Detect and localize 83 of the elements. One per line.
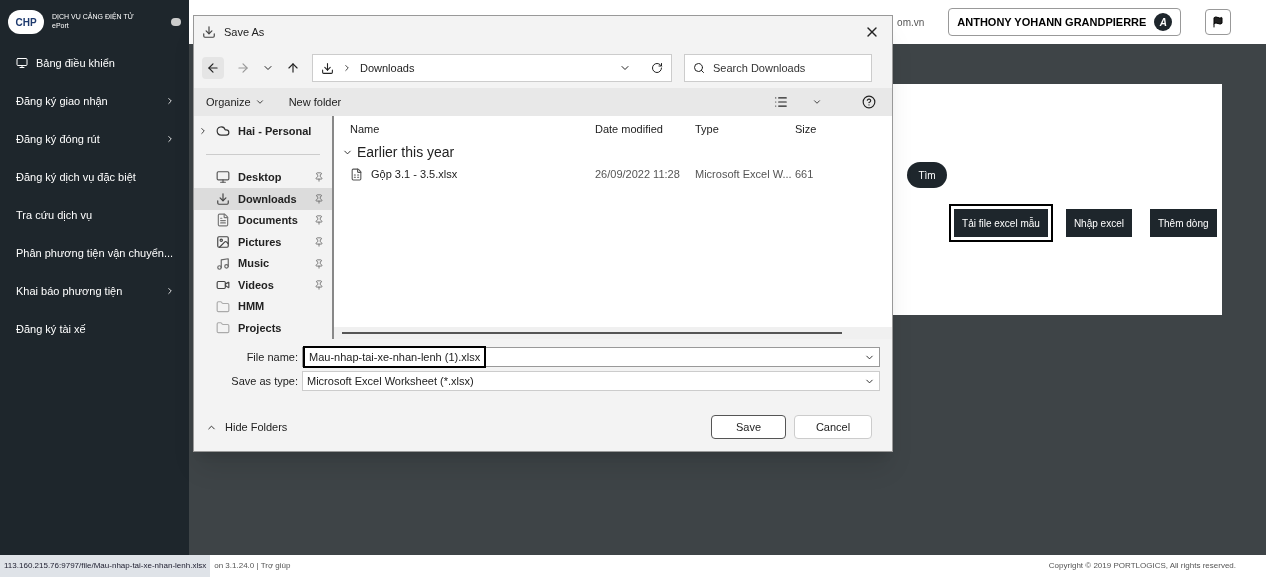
sidebar-item[interactable]: Đăng ký giao nhận <box>0 82 190 120</box>
nav-item[interactable]: Downloads <box>194 188 332 210</box>
dropdown-icon[interactable] <box>812 97 822 107</box>
folder-icon <box>216 321 230 336</box>
nav-item[interactable]: Documents <box>194 209 332 232</box>
version-text: on 3.1.24.0 | Trợ giúp <box>214 560 291 572</box>
pin-icon <box>314 172 324 183</box>
up-button[interactable] <box>286 61 300 75</box>
organize-button[interactable]: Organize <box>206 93 265 111</box>
address-text: Downloads <box>360 60 415 76</box>
view-icon[interactable] <box>774 95 788 109</box>
pin-icon <box>314 215 324 226</box>
search-button[interactable]: Tìm <box>907 162 948 188</box>
copyright-text: Copyright © 2019 PORTLOGICS, All rights reserved. <box>1048 560 1236 572</box>
flag-icon <box>1212 16 1225 28</box>
nav-item[interactable]: Projects <box>194 317 332 340</box>
caret-icon <box>254 97 265 107</box>
expand-icon[interactable] <box>198 125 208 136</box>
column-header[interactable]: Name <box>350 120 595 138</box>
cloud-icon <box>216 123 230 138</box>
search-field[interactable]: Search Downloads <box>684 54 872 82</box>
nav-item[interactable]: HMM <box>194 295 332 318</box>
download-icon <box>216 191 230 206</box>
action-button[interactable]: Tải file excel mẫu <box>949 204 1053 242</box>
column-header[interactable]: Type <box>695 120 795 138</box>
monitor-icon <box>16 57 28 69</box>
app-icon <box>202 25 216 39</box>
help-icon[interactable] <box>862 95 876 109</box>
size-cell-text: 661 <box>795 166 815 182</box>
file-row[interactable]: Gộp 3.1 - 3.5.xlsx 26/09/2022 11:28 Microsoft Excel W... 661 <box>334 163 892 185</box>
chevron-icon <box>342 63 352 73</box>
link-preview: 113.160.215.76:9797/file/Mau-nhap-tai-xe-nhan-lenh.xlsx <box>0 555 211 577</box>
hide-folders-button[interactable]: Hide Folders <box>206 418 288 436</box>
document-icon <box>216 213 230 228</box>
nav-item[interactable]: Pictures <box>194 231 332 253</box>
avatar: A <box>1154 13 1173 31</box>
pin-icon <box>314 258 324 269</box>
group-header[interactable]: Earlier this year <box>357 142 455 163</box>
site-url: om.vn <box>897 15 925 30</box>
nav-item[interactable]: Videos <box>194 274 332 296</box>
sidebar-item[interactable]: Phân phương tiện vận chuyển... <box>0 234 190 272</box>
user-badge[interactable]: ANTHONY YOHANN GRANDPIERRE A <box>948 8 1182 36</box>
new-folder-button[interactable]: New folder <box>288 93 342 111</box>
sidebar-item[interactable]: Đăng ký dịch vụ đặc biệt <box>0 158 190 196</box>
sidebar-item[interactable]: Đăng ký tài xế <box>0 310 190 348</box>
address-bar[interactable]: Downloads <box>312 54 672 82</box>
monitor-icon <box>216 170 230 185</box>
forward-button[interactable] <box>236 61 250 75</box>
download-icon <box>321 61 334 75</box>
nav-item[interactable]: Music <box>194 252 332 275</box>
sidebar-item[interactable]: Khai báo phương tiện <box>0 272 190 310</box>
field-label: File name: <box>245 349 298 365</box>
window-title: Save As <box>224 24 265 40</box>
cancel-button[interactable]: Cancel <box>794 415 872 439</box>
logo: CHP <box>8 10 44 34</box>
field-label: Save as type: <box>230 373 298 389</box>
save-button[interactable]: Save <box>711 415 786 439</box>
music-icon <box>216 256 230 271</box>
folder-icon <box>216 299 230 314</box>
type-cell-text: Microsoft Excel W... <box>695 166 793 182</box>
scrollbar[interactable] <box>342 332 842 334</box>
pin-icon <box>314 193 324 204</box>
back-button[interactable] <box>202 57 224 79</box>
flag-button[interactable] <box>1205 9 1232 35</box>
sidebar-item[interactable]: Bảng điều khiển <box>0 44 190 82</box>
nav-item[interactable]: Hai - Personal <box>194 120 332 142</box>
file-name: Gộp 3.1 - 3.5.xlsx <box>371 166 458 182</box>
sidebar-item[interactable]: Đăng ký đóng rút <box>0 120 190 158</box>
spreadsheet-icon <box>350 167 363 181</box>
column-header[interactable]: Date modified <box>595 120 695 138</box>
pin-icon <box>314 280 324 291</box>
column-header[interactable]: Size <box>795 120 825 138</box>
file-type-dropdown[interactable]: Microsoft Excel Worksheet (*.xlsx) <box>302 371 880 391</box>
refresh-icon <box>651 62 663 74</box>
toggle-icon[interactable] <box>171 18 182 26</box>
date-cell-text: 26/09/2022 11:28 <box>595 166 681 182</box>
nav-item[interactable]: Desktop <box>194 166 332 189</box>
picture-icon <box>216 235 230 249</box>
arrow-left-icon <box>206 61 220 75</box>
highlight-frame: Mau-nhap-tai-xe-nhan-lenh (1).xlsx <box>303 346 487 368</box>
sidebar-item[interactable]: Tra cứu dịch vụ <box>0 196 190 234</box>
pin-icon <box>314 237 324 247</box>
file-name-field[interactable]: Mau-nhap-tai-xe-nhan-lenh (1).xlsx <box>302 347 880 367</box>
